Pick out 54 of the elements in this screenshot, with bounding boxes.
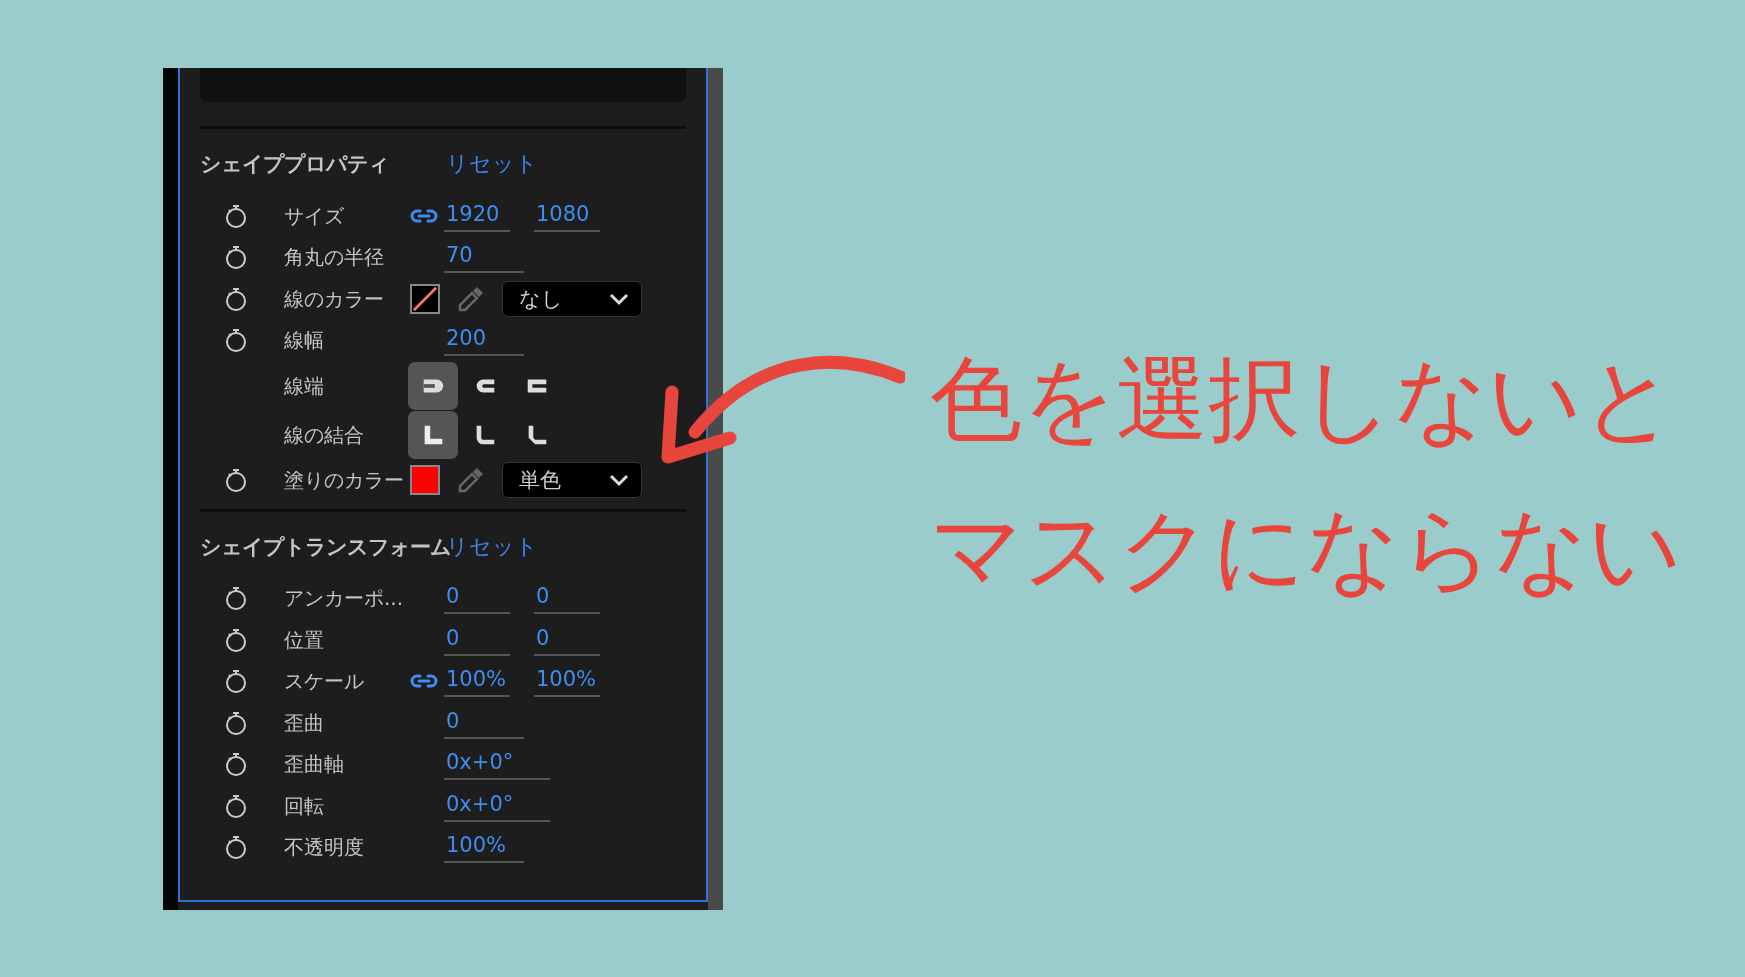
link-icon[interactable] [410,207,438,224]
caret-icon [609,291,629,306]
style-button[interactable] [408,410,458,459]
stopwatch-icon[interactable] [224,834,248,861]
stopwatch-icon[interactable] [224,585,248,612]
value-field[interactable]: 200 [444,324,524,357]
value-field[interactable]: 70 [444,241,524,274]
property-label: 歪曲 [284,709,325,737]
value-field[interactable]: 0x+0° [444,789,550,822]
value-field[interactable]: 0x+0° [444,748,550,781]
property-label: 線端 [284,372,325,400]
value-field[interactable]: 100% [534,665,600,698]
value-field[interactable]: 1080 [534,199,600,232]
value-field[interactable]: 0 [534,623,600,656]
property-label: 回転 [284,792,325,820]
dropdown[interactable]: なし [502,280,642,317]
color-swatch[interactable] [410,464,440,495]
stopwatch-icon[interactable] [224,751,248,778]
value-field[interactable]: 0 [444,706,524,739]
reset-link[interactable]: リセット [446,149,538,179]
stopwatch-icon[interactable] [224,668,248,695]
annotation-text: 色を選択しないと [930,345,1677,455]
property-label: 線のカラー [284,285,385,313]
stopwatch-icon[interactable] [224,626,248,653]
stopwatch-icon[interactable] [224,327,248,354]
property-label: 歪曲軸 [284,751,345,779]
annotation-text: マスクにならない [930,495,1682,605]
stopwatch-icon[interactable] [224,202,248,229]
dropdown[interactable]: 単色 [502,461,642,498]
caret-icon [609,472,629,487]
property-label: 線幅 [284,327,325,355]
section-title: シェイププロパティ [200,151,390,178]
link-icon[interactable] [410,673,438,690]
value-field[interactable]: 1920 [444,199,510,232]
color-swatch[interactable] [410,283,440,314]
stopwatch-icon[interactable] [224,792,248,819]
value-field[interactable]: 100% [444,831,524,864]
value-field[interactable]: 0 [444,582,510,615]
stopwatch-icon[interactable] [224,466,248,493]
property-label: 不透明度 [284,834,365,862]
property-label: アンカーポ... [284,585,405,613]
property-label: 角丸の半径 [284,244,385,272]
property-label: スケール [284,668,365,696]
property-label: 位置 [284,626,325,654]
stopwatch-icon[interactable] [224,244,248,271]
value-field[interactable]: 0 [534,582,600,615]
value-field[interactable]: 0 [444,623,510,656]
property-label: サイズ [284,202,345,230]
property-label: 線の結合 [284,421,365,449]
value-field[interactable]: 100% [444,665,510,698]
property-label: 塗りのカラー [284,466,405,494]
stopwatch-icon[interactable] [224,709,248,736]
style-button[interactable] [408,361,458,410]
stopwatch-icon[interactable] [224,285,248,312]
